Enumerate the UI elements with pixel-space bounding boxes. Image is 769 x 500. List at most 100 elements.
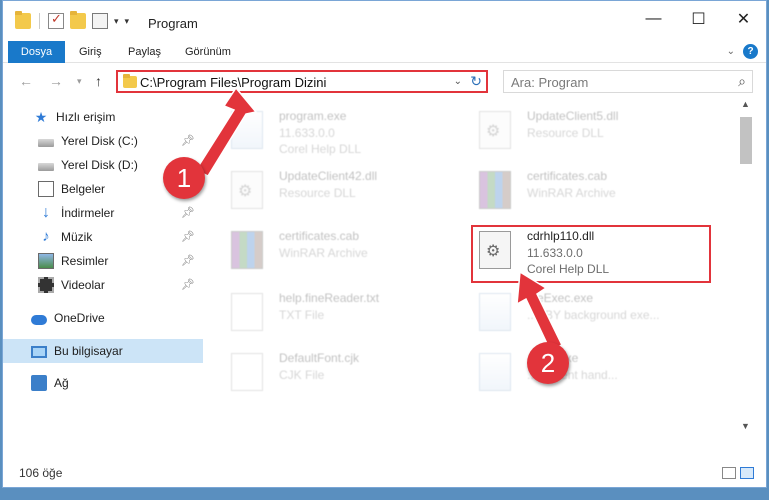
forward-arrow-icon[interactable]: →	[49, 73, 63, 89]
sidebar-item-local-disk-c[interactable]: Yerel Disk (C:) 📌︎	[3, 129, 203, 153]
scrollbar-thumb[interactable]	[740, 117, 752, 164]
sidebar-item-network[interactable]: Ağ	[3, 371, 203, 395]
file-item[interactable]: ...STI.exe ...S event hand...	[479, 349, 709, 399]
sidebar-item-label: OneDrive	[54, 311, 105, 325]
file-item[interactable]: certificates.cab WinRAR Archive	[231, 227, 461, 277]
file-detail: WinRAR Archive	[279, 246, 368, 260]
customize-toolbar-icon[interactable]: ▾	[125, 16, 130, 27]
file-name: DefaultFont.cjk	[279, 351, 360, 365]
view-options-icon[interactable]	[92, 13, 108, 29]
step-2-badge: 2	[527, 342, 569, 384]
file-detail: ...BBY background exe...	[527, 308, 660, 322]
file-item[interactable]: ...eExec.exe ...BBY background exe...	[479, 289, 709, 339]
file-name: UpdateClient42.dll	[279, 169, 378, 183]
vertical-scrollbar[interactable]: ▲ ▼	[738, 99, 754, 455]
target-file-highlight	[471, 225, 711, 283]
dll-file-icon	[231, 171, 263, 209]
sidebar-item-videos[interactable]: Videolar 📌︎	[3, 273, 203, 297]
item-count: 106 öğe	[19, 466, 63, 480]
title-bar: ▾ ▾ Program — ☐ ✕	[3, 1, 766, 41]
help-icon[interactable]: ?	[743, 44, 758, 59]
sidebar-item-onedrive[interactable]: OneDrive	[3, 306, 203, 330]
search-icon[interactable]: ⌕	[738, 73, 746, 90]
minimize-button[interactable]: —	[631, 1, 676, 37]
pin-icon[interactable]: 📌︎	[181, 278, 195, 291]
pin-icon[interactable]: 📌︎	[181, 230, 195, 243]
recent-locations-icon[interactable]: ▾	[77, 76, 82, 87]
file-name: UpdateClient5.dll	[527, 109, 619, 123]
file-detail: 11.633.0.0	[279, 126, 335, 140]
window-title: Program	[148, 16, 198, 31]
quick-access-toolbar: ▾ ▾	[15, 11, 130, 29]
music-icon: ♪	[42, 228, 50, 245]
sidebar-item-pictures[interactable]: Resimler 📌︎	[3, 249, 203, 273]
large-icons-view-icon[interactable]	[740, 467, 754, 479]
file-item[interactable]: UpdateClient5.dll Resource DLL	[479, 107, 709, 157]
back-arrow-icon[interactable]: ←	[19, 73, 33, 89]
divider	[39, 13, 40, 29]
star-icon: ★	[34, 109, 48, 125]
file-name: help.fineReader.txt	[279, 291, 380, 305]
sidebar-item-music[interactable]: ♪ Müzik 📌︎	[3, 225, 203, 249]
file-detail: Resource DLL	[279, 186, 356, 200]
tab-share[interactable]: Paylaş	[128, 41, 161, 63]
file-item[interactable]: program.exe 11.633.0.0 Corel Help DLL	[231, 107, 461, 157]
tab-home[interactable]: Giriş	[79, 41, 102, 63]
file-detail: TXT File	[279, 308, 325, 322]
sidebar-item-label: Videolar	[61, 278, 105, 292]
file-item[interactable]: certificates.cab WinRAR Archive	[479, 167, 709, 217]
step-1-badge: 1	[163, 157, 205, 199]
sidebar-item-this-pc[interactable]: Bu bilgisayar	[3, 339, 203, 363]
sidebar-item-label: Yerel Disk (C:)	[61, 134, 138, 148]
details-view-icon[interactable]	[722, 467, 736, 479]
address-path[interactable]: C:\Program Files\Program Dizini	[140, 75, 326, 90]
exe-file-icon	[479, 353, 511, 391]
exe-file-icon	[231, 111, 263, 149]
pin-icon[interactable]: 📌︎	[181, 134, 195, 147]
close-button[interactable]: ✕	[721, 1, 766, 37]
pictures-icon	[38, 253, 54, 269]
tab-file[interactable]: Dosya	[8, 41, 65, 63]
file-item[interactable]: DefaultFont.cjk CJK File	[231, 349, 461, 399]
download-icon: ↓	[42, 204, 50, 221]
refresh-icon[interactable]: ↻	[470, 73, 482, 90]
video-icon	[38, 277, 54, 293]
search-input[interactable]: Ara: Program ⌕	[503, 70, 753, 93]
archive-file-icon	[479, 171, 511, 209]
sidebar-item-label: Müzik	[61, 230, 93, 244]
sidebar-item-label: Resimler	[61, 254, 109, 268]
file-name: ...eExec.exe	[527, 291, 594, 305]
address-bar[interactable]: C:\Program Files\Program Dizini ⌄ ↻	[116, 70, 488, 93]
sidebar-item-label: Yerel Disk (D:)	[61, 158, 138, 172]
sidebar-item-label: Hızlı erişim	[56, 110, 116, 124]
documents-icon	[38, 181, 54, 197]
cloud-icon	[31, 314, 47, 325]
expand-ribbon-icon[interactable]: ⌄	[727, 46, 735, 57]
file-name: certificates.cab	[279, 229, 360, 243]
ribbon-tabs: Dosya Giriş Paylaş Görünüm ⌄ ?	[3, 41, 766, 63]
folder-icon	[123, 74, 137, 88]
disk-icon	[38, 163, 54, 171]
scroll-up-icon[interactable]: ▲	[741, 99, 750, 109]
navigation-pane: ★ Hızlı erişim Yerel Disk (C:) 📌︎ Yerel …	[3, 99, 208, 459]
new-folder-icon[interactable]	[70, 11, 86, 29]
file-detail: Corel Help DLL	[279, 142, 362, 156]
scroll-down-icon[interactable]: ▼	[741, 421, 750, 431]
file-item[interactable]: UpdateClient42.dll Resource DLL	[231, 167, 461, 217]
pin-icon[interactable]: 📌︎	[181, 254, 195, 267]
folder-icon	[15, 11, 31, 29]
chevron-down-icon[interactable]: ▾	[114, 16, 119, 27]
file-name: certificates.cab	[527, 169, 608, 183]
computer-icon	[31, 346, 47, 358]
sidebar-item-downloads[interactable]: ↓ İndirmeler 📌︎	[3, 201, 203, 225]
chevron-down-icon[interactable]: ⌄	[454, 76, 462, 87]
properties-check-icon[interactable]	[48, 11, 64, 29]
sidebar-item-quick-access[interactable]: ★ Hızlı erişim	[3, 105, 203, 129]
file-name: program.exe	[279, 109, 347, 123]
pin-icon[interactable]: 📌︎	[181, 206, 195, 219]
up-arrow-icon[interactable]: ↑	[95, 73, 102, 89]
tab-view[interactable]: Görünüm	[185, 41, 231, 63]
search-placeholder: Ara: Program	[511, 75, 589, 90]
maximize-button[interactable]: ☐	[676, 1, 721, 37]
file-item[interactable]: help.fineReader.txt TXT File	[231, 289, 461, 339]
